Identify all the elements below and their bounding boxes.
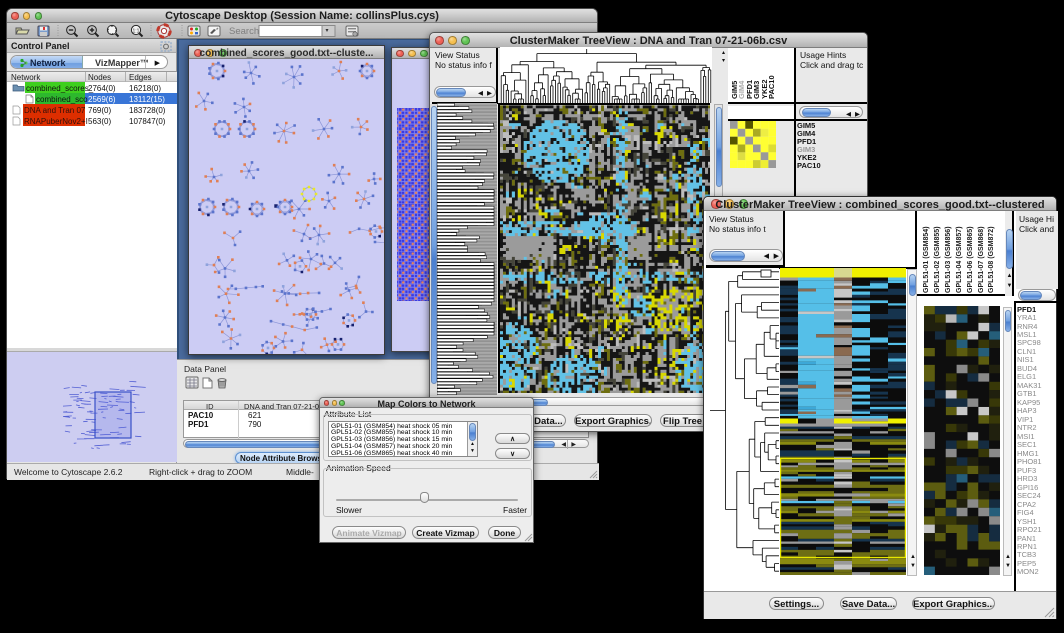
svg-text:Search:: Search:	[229, 26, 262, 37]
svg-text:1:1: 1:1	[133, 28, 140, 34]
